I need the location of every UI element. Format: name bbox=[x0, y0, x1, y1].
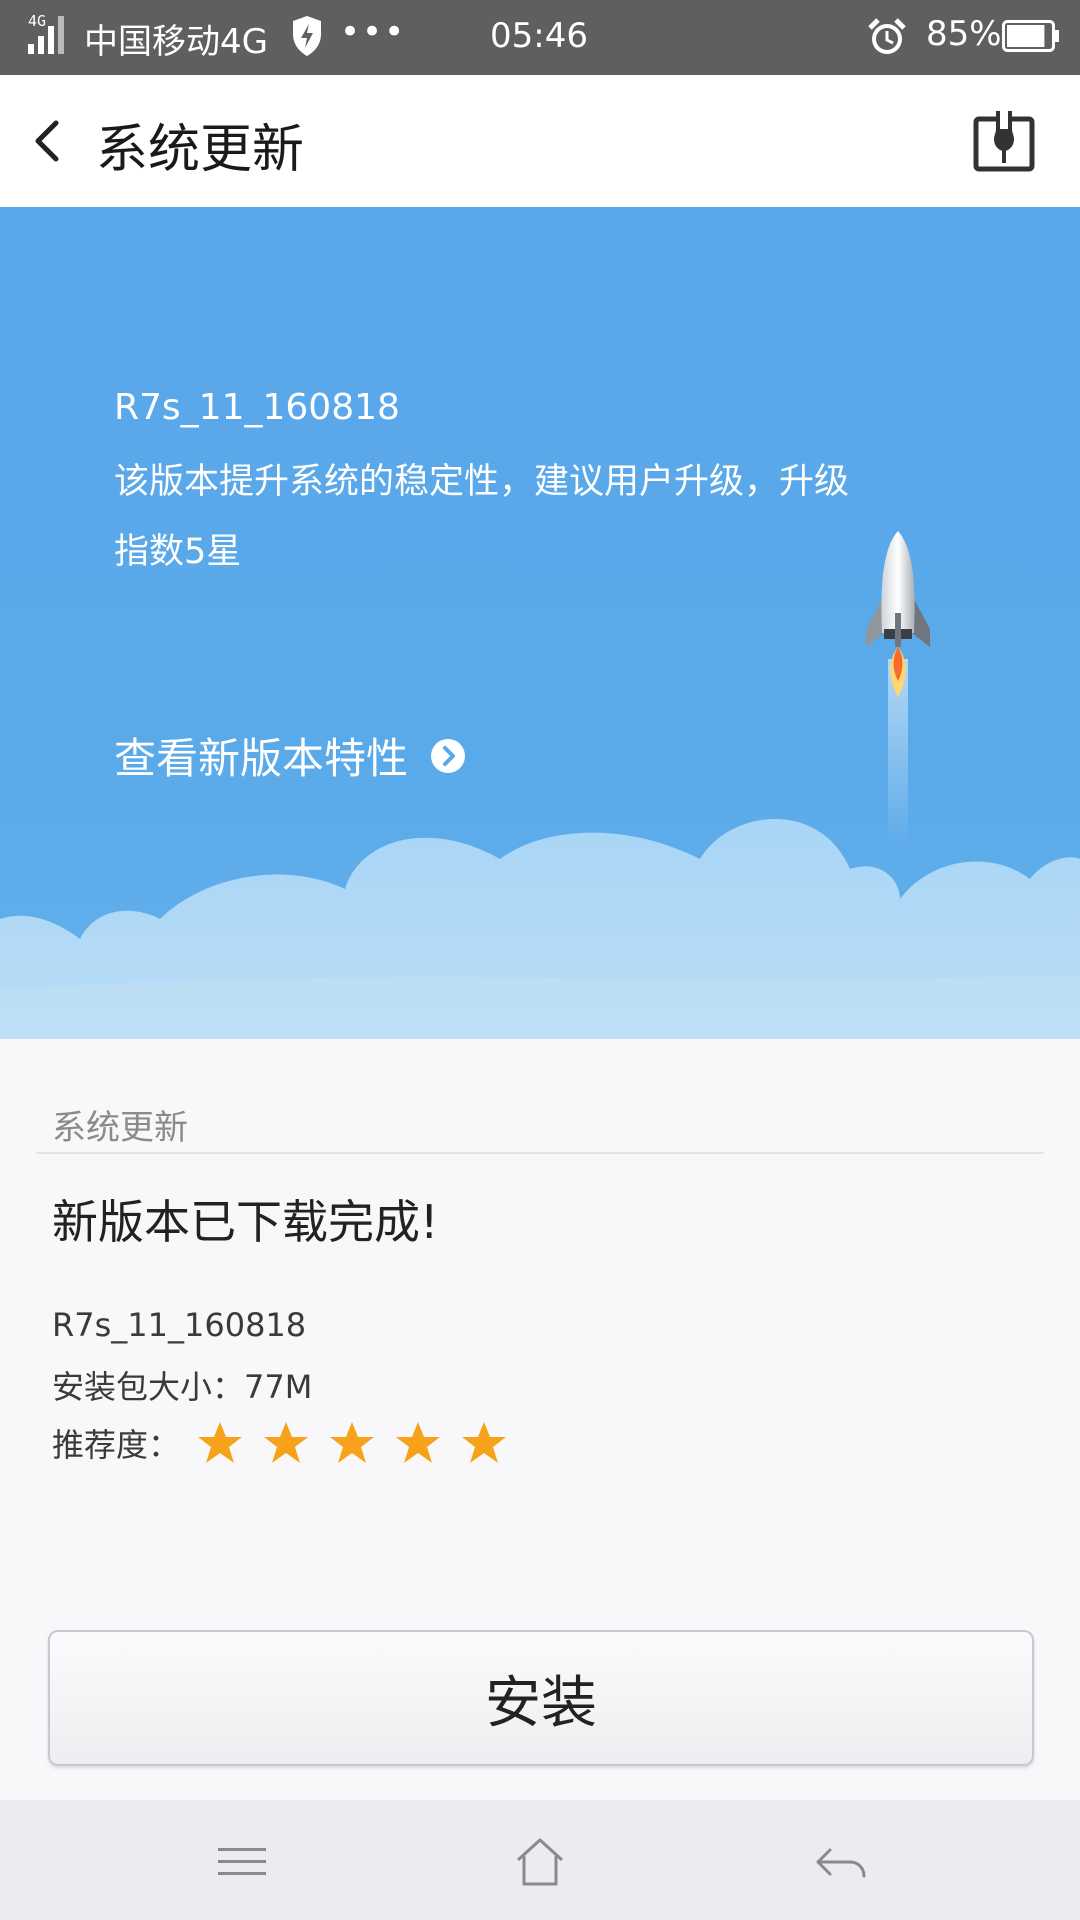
rating-label: 推荐度： bbox=[52, 1426, 181, 1464]
hero-banner: R7s_11_160818 该版本提升系统的稳定性，建议用户升级，升级指数5星 … bbox=[0, 207, 1080, 1039]
carrier-label: 中国移动4G bbox=[84, 22, 268, 62]
section-divider bbox=[36, 1152, 1044, 1154]
install-button[interactable]: 安装 bbox=[48, 1630, 1034, 1766]
navigation-bar bbox=[0, 1800, 1080, 1920]
clock: 05:46 bbox=[490, 16, 588, 56]
star-icon bbox=[198, 1422, 243, 1463]
alarm-icon bbox=[868, 18, 906, 54]
hero-description: 该版本提升系统的稳定性，建议用户升级，升级指数5星 bbox=[114, 462, 850, 572]
star-icon bbox=[396, 1422, 441, 1463]
package-version: R7s_11_160818 bbox=[52, 1306, 307, 1344]
package-size: 安装包大小：77M bbox=[52, 1368, 313, 1406]
hero-version: R7s_11_160818 bbox=[114, 387, 400, 428]
recommendation-rating: 推荐度： bbox=[52, 1420, 526, 1466]
battery-icon bbox=[1002, 20, 1059, 52]
update-tool-icon[interactable] bbox=[972, 109, 1036, 173]
view-features-link[interactable]: 查看新版本特性 bbox=[114, 725, 466, 786]
star-icon bbox=[462, 1422, 507, 1463]
menu-icon[interactable] bbox=[212, 1834, 272, 1890]
app-header: 系统更新 bbox=[0, 75, 1080, 207]
download-complete-message: 新版本已下载完成! bbox=[52, 1195, 439, 1249]
back-icon[interactable] bbox=[810, 1834, 870, 1890]
rating-stars bbox=[196, 1420, 526, 1466]
star-icon bbox=[264, 1422, 309, 1463]
clouds-illustration bbox=[0, 819, 1080, 1039]
shield-icon bbox=[293, 16, 321, 56]
battery-percent: 85% bbox=[926, 14, 1002, 54]
status-bar: 4G 中国移动4G ••• 05:46 85% bbox=[0, 0, 1080, 75]
star-icon bbox=[330, 1422, 375, 1463]
view-features-label: 查看新版本特性 bbox=[114, 734, 409, 783]
network-type-label: 4G bbox=[28, 12, 47, 30]
chevron-right-icon bbox=[431, 738, 466, 773]
section-label: 系统更新 bbox=[52, 1108, 188, 1148]
more-notifications: ••• bbox=[340, 12, 407, 52]
page-title: 系统更新 bbox=[96, 120, 305, 180]
home-icon[interactable] bbox=[510, 1834, 570, 1890]
back-arrow-icon[interactable] bbox=[24, 111, 74, 171]
